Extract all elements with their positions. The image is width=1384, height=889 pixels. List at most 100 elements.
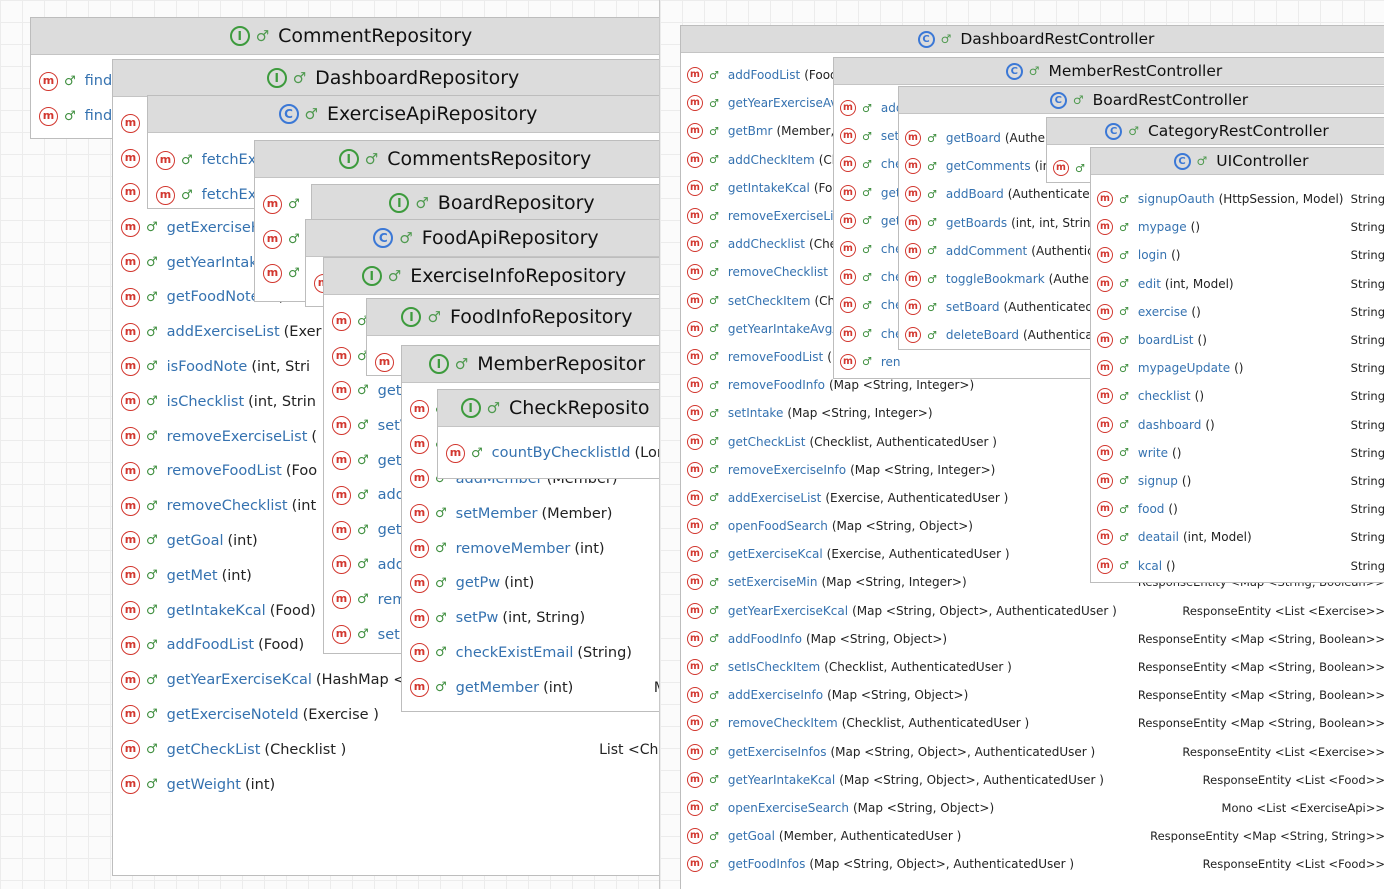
public-visibility-icon: ♂ xyxy=(357,453,369,469)
method-name: getComments xyxy=(945,159,1031,174)
method-row[interactable]: m ♂ getFoodInfos (Map <String, Object>, Aut… xyxy=(681,850,1384,878)
public-visibility-icon: ♂ xyxy=(255,27,270,45)
method-row[interactable]: m ♂ getExerciseInfos (Map <String, Object>,… xyxy=(681,738,1384,766)
class-header: I ♂ DashboardRepository xyxy=(113,60,659,97)
method-params: (int, Model) xyxy=(1164,276,1234,291)
class-header: I ♂ MemberRepositor xyxy=(402,346,659,383)
method-name: getCheckList xyxy=(727,434,806,449)
method-row[interactable]: m ♂ setMember (Member) xyxy=(402,496,659,531)
method-row[interactable]: m ♂ getMember(int) M xyxy=(402,670,659,705)
public-visibility-icon: ♂ xyxy=(927,131,937,145)
method-name: addCheckItem xyxy=(727,152,815,167)
method-icon: m xyxy=(1097,388,1113,405)
method-row[interactable]: m ♂ getWeight (int) xyxy=(113,767,659,802)
method-row[interactable]: m ♂ edit (int, Model) String xyxy=(1091,270,1384,298)
method-row[interactable]: m ♂ removeMember (int) xyxy=(402,531,659,566)
method-name: getBmr xyxy=(727,124,773,139)
method-name: addFoodInfo xyxy=(727,631,802,646)
public-visibility-icon: ♂ xyxy=(927,187,937,201)
method-name: countByChecklistId xyxy=(491,445,631,461)
class-title: CategoryRestController xyxy=(1147,122,1329,140)
method-row[interactable]: m ♂ openExerciseSearch (Map <String, Object… xyxy=(681,794,1384,822)
public-visibility-icon: ♂ xyxy=(146,324,158,340)
public-visibility-icon: ♂ xyxy=(1119,530,1129,544)
method-row[interactable]: m ♂ getYearExerciseKcal (Map <String, Objec… xyxy=(681,597,1384,625)
class-icon: C xyxy=(1173,152,1191,170)
method-params: (int, int, String, xyxy=(1011,215,1102,230)
method-name: checkExistEmail xyxy=(455,644,574,661)
method-row[interactable]: m ♂ signupOauth (HttpSession, Model) String xyxy=(1091,185,1384,213)
method-row[interactable]: m ♂ setIsCheckItem (Checklist, Authenticate… xyxy=(681,653,1384,681)
method-row[interactable]: m ♂ getCheckList(Checklist ) List <Che xyxy=(113,732,659,767)
method-icon: m xyxy=(332,590,351,610)
method-name: removeExerciseList xyxy=(166,428,308,445)
public-visibility-icon: ♂ xyxy=(146,533,158,549)
method-row[interactable]: m ♂ deatail (int, Model) String xyxy=(1091,523,1384,551)
method-row[interactable]: m ♂ getYearIntakeKcal (Map <String, Object>… xyxy=(681,766,1384,794)
public-visibility-icon: ♂ xyxy=(1119,502,1129,516)
public-visibility-icon: ♂ xyxy=(862,157,872,171)
method-return-type: ResponseEntity <Map <String, Boolean>> xyxy=(1137,660,1384,675)
public-visibility-icon: ♂ xyxy=(709,378,719,392)
method-row[interactable]: m ♂ login() String xyxy=(1091,241,1384,269)
method-row[interactable]: m ♂ removeCheckItem (Checklist, Authenticat… xyxy=(681,709,1384,737)
public-visibility-icon: ♂ xyxy=(927,216,937,230)
method-row[interactable]: m ♂ food() String xyxy=(1091,495,1384,523)
method-name: deatail xyxy=(1137,530,1179,545)
class-box-check-repository[interactable]: I ♂ CheckReposito m ♂ countByChecklistId(Lon xyxy=(437,389,659,479)
method-name: setExerciseMin xyxy=(727,575,818,590)
method-row[interactable]: m ♂ getGoal (Member, AuthenticatedUser ) Res… xyxy=(681,822,1384,850)
method-params: (Checklist, AuthenticatedUser ) xyxy=(841,716,1030,731)
method-icon: m xyxy=(840,100,856,117)
method-name: fetchEx xyxy=(201,152,257,169)
method-name: openExerciseSearch xyxy=(727,800,849,815)
public-visibility-icon: ♂ xyxy=(940,32,952,46)
method-row[interactable]: m ♂ boardList() String xyxy=(1091,326,1384,354)
method-row[interactable]: m ♂ setPw (int, String) xyxy=(402,601,659,636)
method-icon: m xyxy=(687,715,703,732)
method-row[interactable]: m ♂ write() String xyxy=(1091,439,1384,467)
public-visibility-icon: ♂ xyxy=(146,359,158,375)
public-visibility-icon: ♂ xyxy=(709,406,719,420)
method-row[interactable]: m ♂ mypageUpdate() String xyxy=(1091,354,1384,382)
method-row[interactable]: m ♂ signup() String xyxy=(1091,467,1384,495)
method-row[interactable]: m ♂ countByChecklistId(Lon xyxy=(438,436,659,470)
method-icon: m xyxy=(687,67,703,84)
class-header: I ♂ FoodInfoRepository xyxy=(367,299,659,336)
method-params: () xyxy=(1168,502,1178,517)
method-return-type: String xyxy=(1350,248,1384,263)
method-name: setCheckItem xyxy=(727,293,811,308)
method-name: boardList xyxy=(1137,333,1194,348)
method-icon: m xyxy=(840,269,856,286)
class-header: C ♂ BoardRestController xyxy=(899,87,1384,114)
method-row[interactable]: m ♂ kcal() String xyxy=(1091,551,1384,579)
method-params: (Map <String, Integer>) xyxy=(828,378,975,393)
public-visibility-icon: ♂ xyxy=(709,660,719,674)
public-visibility-icon: ♂ xyxy=(709,829,719,843)
method-icon: m xyxy=(1097,191,1113,208)
method-icon: m xyxy=(121,392,140,412)
method-icon: m xyxy=(39,71,58,91)
method-name: checklist xyxy=(1137,389,1191,404)
public-visibility-icon: ♂ xyxy=(709,632,719,646)
method-row[interactable]: m ♂ checklist() String xyxy=(1091,382,1384,410)
method-icon: m xyxy=(332,311,351,331)
public-visibility-icon: ♂ xyxy=(1075,161,1085,175)
method-row[interactable]: m ♂ addFoodInfo (Map <String, Object>) Respo… xyxy=(681,625,1384,653)
method-name: ren xyxy=(880,354,901,369)
class-box-ui-controller[interactable]: C ♂ UIController m ♂ signupOauth (HttpSession,… xyxy=(1090,147,1384,583)
method-row[interactable]: m ♂ getPw (int) xyxy=(402,566,659,601)
method-row[interactable]: m ♂ mypage() String xyxy=(1091,213,1384,241)
method-row[interactable]: m ♂ addExerciseInfo (Map <String, Object>) R… xyxy=(681,681,1384,709)
method-params: (int) xyxy=(504,575,535,592)
interface-icon: I xyxy=(266,68,287,88)
class-title: DashboardRepository xyxy=(315,67,520,89)
method-name: edit xyxy=(1137,276,1161,291)
public-visibility-icon: ♂ xyxy=(399,229,413,247)
public-visibility-icon: ♂ xyxy=(415,194,429,212)
method-row[interactable]: m ♂ dashboard() String xyxy=(1091,411,1384,439)
public-visibility-icon: ♂ xyxy=(357,522,369,538)
method-row[interactable]: m ♂ exercise() String xyxy=(1091,298,1384,326)
method-row[interactable]: m ♂ checkExistEmail (String) xyxy=(402,636,659,671)
method-params: (int, Stri xyxy=(251,358,311,375)
